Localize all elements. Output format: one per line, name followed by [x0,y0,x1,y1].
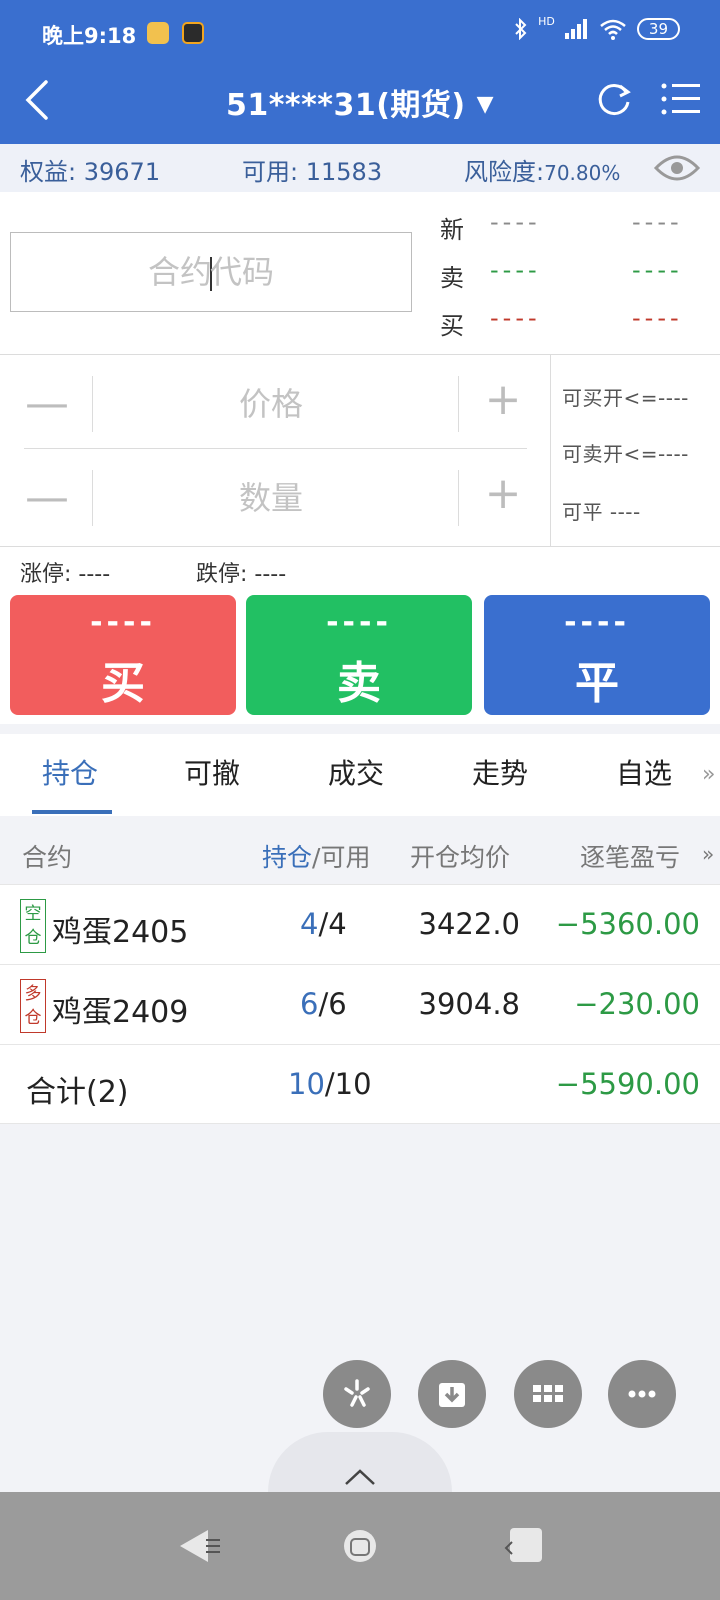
quantity-decrease-button[interactable]: — [12,470,82,530]
total-hold-avail: 10/10 [288,1067,372,1101]
app-notification-icon [147,22,169,44]
contract-code-input[interactable]: 合约代码 [10,232,412,312]
app-notification-icon [182,22,204,44]
dropdown-caret-icon: ▼ [476,92,495,117]
price-decrease-button[interactable]: — [12,376,82,436]
tabs-more-icon[interactable]: » [702,762,715,787]
limit-down: 跌停: ---- [196,562,287,587]
price-input[interactable]: 价格 [92,374,450,434]
col-avg-price: 开仓均价 [410,843,511,872]
wifi-icon [600,19,626,40]
system-navigation-bar [0,1492,720,1600]
back-nav-icon[interactable] [176,1526,226,1566]
chevron-up-icon[interactable] [344,1468,376,1486]
grid-icon [533,1385,563,1402]
hold-avail: 6/6 [300,987,347,1021]
recents-nav-icon[interactable] [502,1526,546,1566]
contract-name: 鸡蛋2409 [52,995,189,1030]
bluetooth-icon [515,18,527,40]
quote-last: 新 ---- ---- [440,208,683,244]
sell-button[interactable]: ---- 卖 [246,595,472,715]
tab-trades[interactable]: 成交 [328,752,384,792]
more-options-button[interactable] [608,1360,676,1428]
available: 可用: 11583 [242,158,383,186]
short-position-badge: 空 仓 [20,899,46,953]
eye-icon[interactable] [654,152,700,184]
quantity-increase-button[interactable]: + [468,466,538,526]
divider [550,354,551,546]
can-close: 可平 ---- [562,500,641,524]
buy-button[interactable]: ---- 买 [10,595,236,715]
quote-bid: 买 ---- ---- [440,304,683,340]
signal-icon [564,19,587,39]
total-row: 合计(2) 10/10 −5590.00 [0,1044,720,1124]
network-type: HD [538,14,555,28]
battery-indicator: 39 [636,18,680,40]
grid-menu-button[interactable] [514,1360,582,1428]
risk-degree: 风险度:70.80% [464,158,621,186]
quantity-input[interactable]: 数量 [92,468,450,528]
trade-pnl: −230.00 [574,987,700,1021]
table-row[interactable]: 空 仓 鸡蛋2405 4/4 3422.0 −5360.00 [0,884,720,964]
tab-bar: 持仓 可撤 成交 走势 自选 » [0,734,720,816]
col-contract: 合约 [22,843,73,872]
table-row[interactable]: 多 仓 鸡蛋2409 6/6 3904.8 −230.00 [0,964,720,1044]
price-increase-button[interactable]: + [468,372,538,432]
refresh-icon[interactable] [594,80,634,120]
sparkle-icon [344,1379,370,1407]
can-sell-open: 可卖开<=---- [562,442,689,466]
divider [0,354,720,355]
quick-action-button[interactable] [323,1360,391,1428]
status-icons: HD 39 [514,14,680,40]
avg-open-price: 3422.0 [418,907,520,941]
contract-name: 鸡蛋2405 [52,915,189,950]
download-button[interactable] [418,1360,486,1428]
tab-watchlist[interactable]: 自选 [616,752,672,792]
can-buy-open: 可买开<=---- [562,386,689,410]
trade-pnl: −5360.00 [555,907,700,941]
home-nav-icon[interactable] [340,1526,380,1566]
avg-open-price: 3904.8 [418,987,520,1021]
divider [24,448,527,449]
hold-avail: 4/4 [300,907,347,941]
table-header: 合约 持仓/可用 开仓均价 逐笔盈亏 » [0,824,720,884]
quote-ask: 卖 ---- ---- [440,256,683,292]
tab-positions[interactable]: 持仓 [42,752,98,792]
active-tab-indicator [32,810,112,814]
close-position-button[interactable]: ---- 平 [484,595,710,715]
download-icon [439,1383,465,1407]
total-pnl: −5590.00 [555,1067,700,1101]
tab-trend[interactable]: 走势 [472,752,528,792]
divider [458,376,459,432]
menu-list-icon[interactable] [660,78,702,120]
status-time: 晚上9:18 [42,24,137,48]
divider [0,546,720,547]
more-dots-icon [628,1390,656,1398]
long-position-badge: 多 仓 [20,979,46,1033]
tab-cancelable[interactable]: 可撤 [184,752,240,792]
col-pnl: 逐笔盈亏 [580,843,681,872]
columns-more-icon[interactable]: » [702,842,714,866]
app-header: 晚上9:18 HD 39 51****31(期货) ▼ [0,0,720,144]
col-hold-avail[interactable]: 持仓/可用 [262,838,370,874]
total-label: 合计(2) [26,1075,129,1110]
account-title-text: 51****31(期货) [225,88,466,123]
divider [458,470,459,526]
limit-up: 涨停: ---- [20,562,111,587]
equity: 权益: 39671 [20,158,161,186]
account-summary-bar: 权益: 39671 可用: 11583 风险度:70.80% [0,144,720,192]
